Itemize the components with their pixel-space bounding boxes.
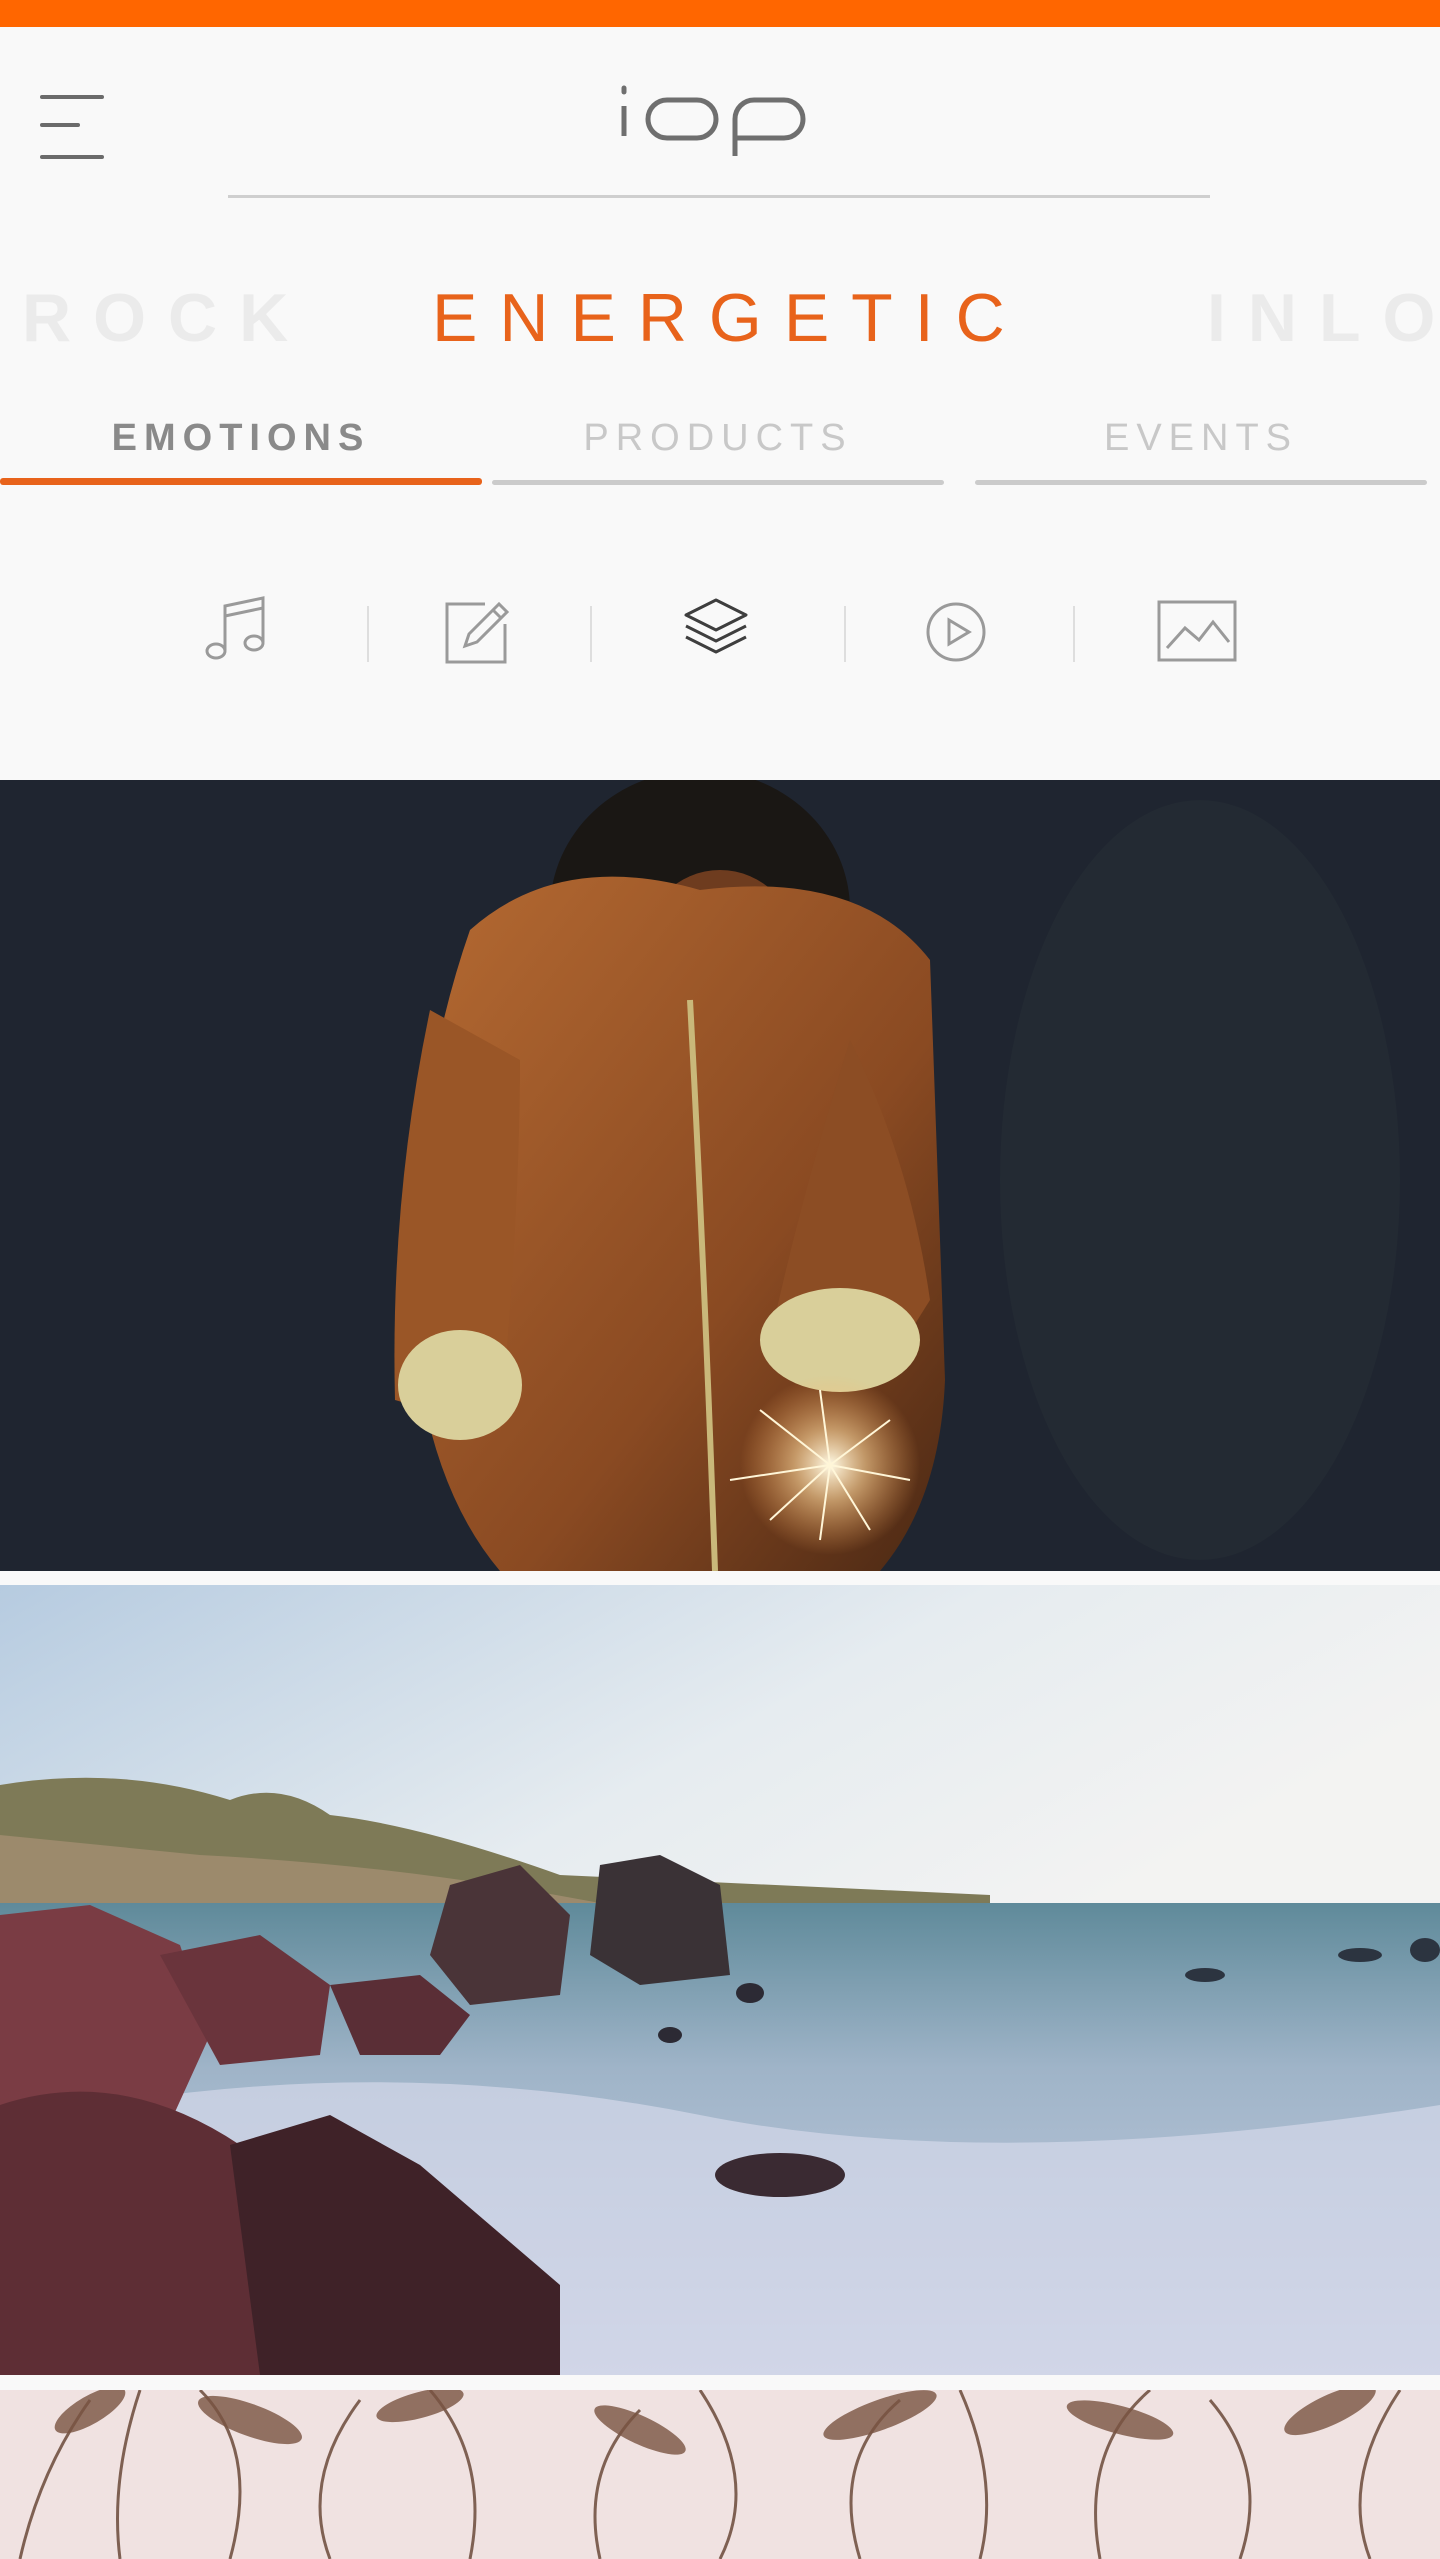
tab-products[interactable]: PRODUCTS (492, 405, 944, 485)
hamburger-menu-icon[interactable] (40, 93, 105, 163)
header-divider (228, 195, 1210, 198)
filter-separator (367, 606, 369, 662)
tab-emotions-label: EMOTIONS (111, 417, 371, 459)
tab-events-indicator (975, 480, 1427, 485)
tab-products-indicator (492, 480, 944, 485)
carousel-prev-mood[interactable]: ROCK (22, 268, 310, 368)
filter-separator (1073, 606, 1075, 662)
image-icon[interactable] (1157, 590, 1237, 670)
carousel-current-mood: ENERGETIC (432, 280, 1027, 356)
dry-grass-photo[interactable] (0, 2390, 1440, 2559)
play-circle-icon[interactable] (916, 590, 996, 670)
iop-logo[interactable]: iop (610, 70, 830, 160)
filter-separator (844, 606, 846, 662)
edit-pencil-icon[interactable] (435, 590, 515, 670)
tab-emotions[interactable]: EMOTIONS (0, 405, 482, 485)
tab-emotions-indicator (0, 478, 482, 485)
mood-carousel[interactable]: ROCK ENERGETIC INLO (0, 268, 1440, 368)
filter-separator (590, 606, 592, 662)
carousel-next-mood[interactable]: INLO (1207, 268, 1440, 368)
media-filter-bar (0, 590, 1440, 680)
tab-events-label: EVENTS (1103, 417, 1299, 459)
category-tabs: EMOTIONS PRODUCTS EVENTS (0, 405, 1440, 485)
tab-products-label: PRODUCTS (583, 417, 853, 459)
music-note-icon[interactable] (197, 590, 277, 670)
tab-events[interactable]: EVENTS (975, 405, 1427, 485)
top-accent-bar (0, 0, 1440, 27)
layers-icon[interactable] (676, 590, 756, 670)
rocky-seashore-photo[interactable] (0, 1585, 1440, 2375)
child-with-sparkler-photo[interactable] (0, 780, 1440, 1571)
